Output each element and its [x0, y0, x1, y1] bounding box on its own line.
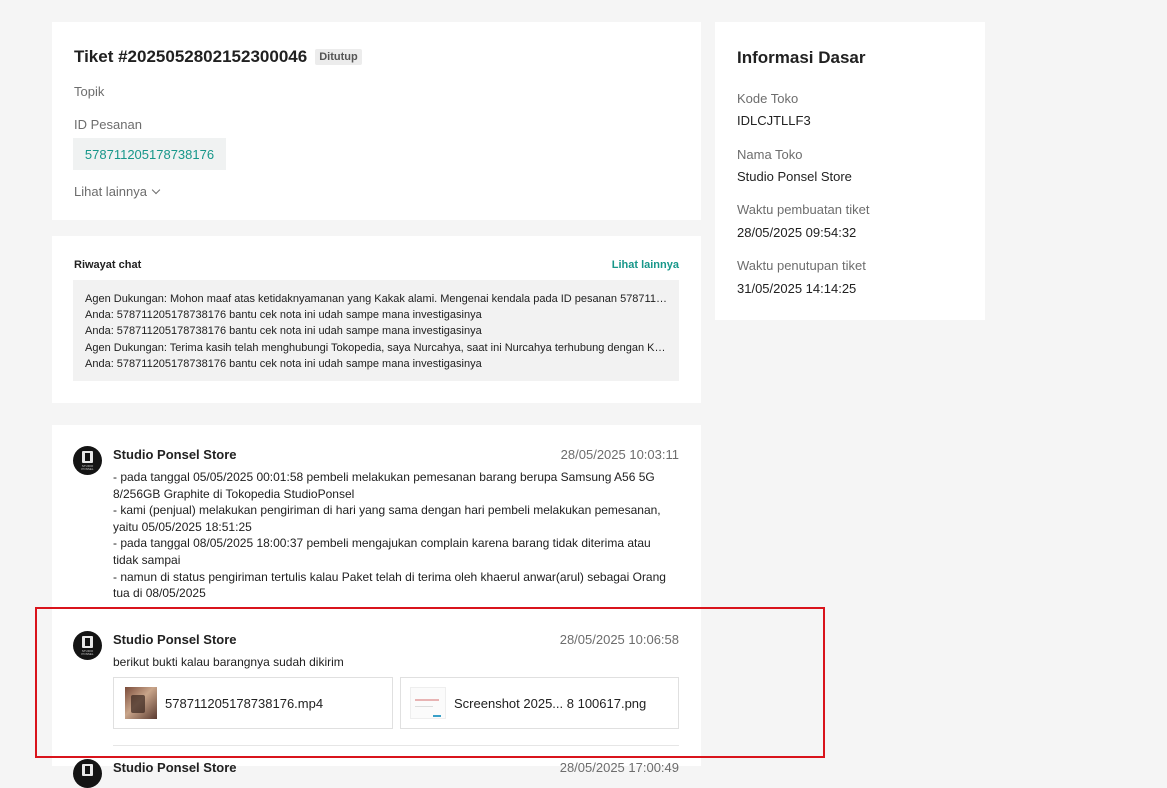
message-line: - pada tanggal 05/05/2025 00:01:58 pembe… — [113, 470, 655, 484]
attachment-name: 578711205178738176.mp4 — [165, 695, 324, 711]
chat-history-card: Riwayat chat Lihat lainnya Agen Dukungan… — [52, 236, 701, 403]
info-label-store-code: Kode Toko — [737, 91, 799, 106]
topic-label: Topik — [74, 84, 105, 99]
avatar-text: STUDIO PONSEL — [81, 649, 94, 656]
avatar: STUDIO PONSEL — [73, 631, 102, 660]
ticket-title: Tiket #2025052802152300046 — [74, 47, 308, 66]
status-badge: Ditutup — [315, 49, 362, 65]
chat-line: Anda: 578711205178738176 bantu cek nota … — [85, 357, 482, 370]
message-line: - kami (penjual) melakukan pengiriman di… — [113, 503, 661, 518]
message-time: 28/05/2025 10:06:58 — [559, 632, 679, 647]
avatar: STUDIO PONSEL — [73, 446, 102, 475]
basic-info-card: Informasi Dasar Kode Toko IDLCJTLLF3 Nam… — [715, 22, 985, 320]
message-text: berikut bukti kalau barangnya sudah diki… — [113, 655, 344, 669]
order-id-box[interactable]: 578711205178738176 — [73, 138, 226, 170]
message-sender: Studio Ponsel Store — [113, 632, 237, 647]
message-line: yaitu 05/05/2025 18:51:25 — [113, 519, 252, 534]
message-body: - pada tanggal 05/05/2025 00:01:58 pembe… — [113, 469, 679, 602]
message-line: tidak sampai — [113, 552, 181, 567]
chat-history-see-more-link[interactable]: Lihat lainnya — [612, 259, 679, 271]
chat-line: Agen Dukungan: Mohon maaf atas ketidakny… — [85, 293, 679, 305]
info-value-created: 28/05/2025 09:54:32 — [737, 225, 857, 240]
chat-line: Anda: 578711205178738176 bantu cek nota … — [85, 309, 482, 322]
message-divider — [113, 745, 679, 746]
video-thumbnail-icon — [125, 687, 157, 719]
attachment-name: Screenshot 2025... 8 100617.png — [454, 695, 647, 711]
message-line: tua di 08/05/2025 — [113, 586, 206, 601]
message-line: - pada tanggal 08/05/2025 18:00:37 pembe… — [113, 536, 651, 551]
info-label-created: Waktu pembuatan tiket — [737, 202, 870, 217]
ticket-see-more-label: Lihat lainnya — [74, 184, 147, 199]
chat-history-title: Riwayat chat — [74, 259, 142, 271]
ticket-see-more-button[interactable]: Lihat lainnya — [74, 184, 161, 199]
ticket-header: Tiket #2025052802152300046 Ditutup — [74, 47, 362, 67]
info-value-store-name: Studio Ponsel Store — [737, 169, 852, 184]
attachment-image[interactable]: Screenshot 2025... 8 100617.png — [400, 677, 679, 729]
order-id-label: ID Pesanan — [74, 117, 142, 132]
order-id-link[interactable]: 578711205178738176 — [85, 147, 214, 162]
messages-card: STUDIO PONSEL Studio Ponsel Store 28/05/… — [52, 425, 701, 788]
chevron-down-icon — [151, 185, 161, 195]
message-line: - namun di status pengiriman tertulis ka… — [113, 569, 666, 584]
message-time: 28/05/2025 10:03:11 — [560, 447, 679, 462]
message-sender: Studio Ponsel Store — [113, 447, 237, 462]
message-time: 28/05/2025 17:00:49 — [559, 760, 679, 775]
info-value-store-code: IDLCJTLLF3 — [737, 113, 811, 128]
chat-history-box: Agen Dukungan: Mohon maaf atas ketidakny… — [73, 280, 679, 381]
info-label-closed: Waktu penutupan tiket — [737, 258, 866, 273]
attachment-video[interactable]: 578711205178738176.mp4 — [113, 677, 393, 729]
info-value-closed: 31/05/2025 14:14:25 — [737, 281, 857, 296]
avatar — [73, 759, 102, 788]
image-thumbnail-icon — [410, 687, 446, 719]
chat-line: Anda: 578711205178738176 bantu cek nota … — [85, 325, 482, 338]
ticket-card: Tiket #2025052802152300046 Ditutup Topik… — [52, 22, 701, 220]
chat-line: Agen Dukungan: Terima kasih telah menghu… — [85, 341, 679, 354]
info-title: Informasi Dasar — [737, 48, 866, 67]
message-line: 8/256GB Graphite di Tokopedia StudioPons… — [113, 486, 355, 501]
avatar-text: STUDIO PONSEL — [81, 464, 94, 471]
info-label-store-name: Nama Toko — [737, 147, 803, 162]
message-sender: Studio Ponsel Store — [113, 760, 237, 775]
